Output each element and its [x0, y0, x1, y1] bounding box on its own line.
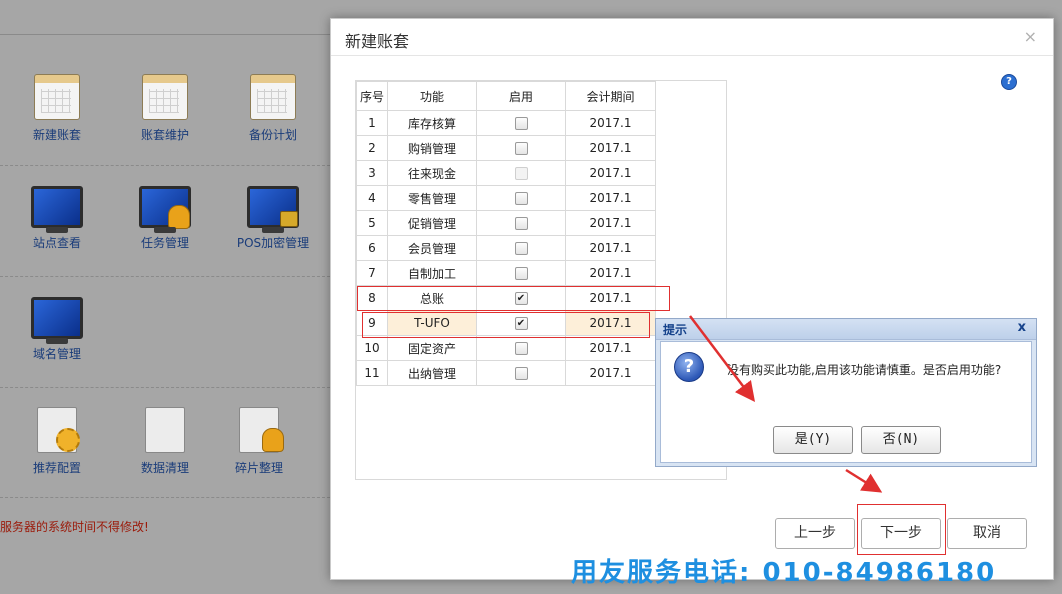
- arrow-to-next: [845, 468, 883, 493]
- service-hotline: 用友服务电话: 010-84986180: [571, 558, 997, 588]
- annotation-arrows: [689, 315, 883, 493]
- arrow-to-yes: [689, 315, 756, 402]
